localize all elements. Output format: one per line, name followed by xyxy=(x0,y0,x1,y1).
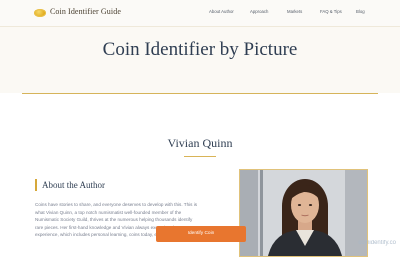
site-watermark: coinidentify.co xyxy=(358,240,396,246)
about-author-heading: About the Author xyxy=(42,180,105,190)
page-title: Coin Identifier by Picture xyxy=(102,39,298,60)
author-portrait xyxy=(239,169,368,257)
top-navigation-bar: Coin Identifier Guide About Author Appro… xyxy=(0,0,400,27)
nav-link-about-author[interactable]: About Author xyxy=(209,9,234,14)
main-nav: About Author Approach Markets FAQ & Tips… xyxy=(0,9,400,19)
nav-link-faq-tips[interactable]: FAQ & Tips xyxy=(320,9,342,14)
author-name: Vivian Quinn xyxy=(167,136,233,150)
hero-divider xyxy=(22,93,378,94)
about-accent-bar xyxy=(35,179,37,191)
nav-link-blog[interactable]: Blog xyxy=(356,9,365,14)
identify-coin-button[interactable]: Identify Coin xyxy=(156,226,246,242)
nav-link-markets[interactable]: Markets xyxy=(287,9,302,14)
author-portrait-illustration xyxy=(240,170,367,256)
bio-line: Coins have stories to share, and everyon… xyxy=(35,202,198,207)
bio-line: Numismatic Society Guild, thrives at the… xyxy=(35,217,193,223)
nav-link-approach[interactable]: Approach xyxy=(250,9,268,14)
author-name-divider xyxy=(184,156,216,157)
bio-line: what Vivian Quinn, a top notch numismati… xyxy=(35,209,182,215)
